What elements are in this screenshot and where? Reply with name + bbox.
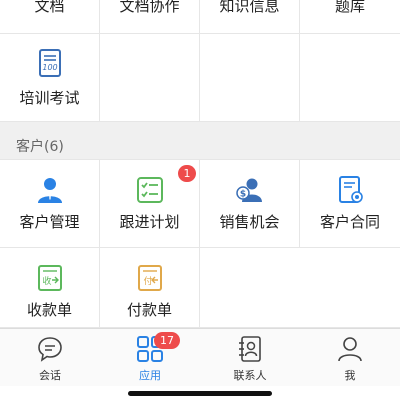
tab-label: 应用 xyxy=(139,369,161,382)
customer-person-icon xyxy=(37,178,62,203)
app-label: 客户合同 xyxy=(319,213,380,231)
app-knowledge-info[interactable]: 知识信息 xyxy=(200,0,300,33)
app-sales-opportunity[interactable]: $ 销售机会 xyxy=(200,160,300,247)
checklist-icon xyxy=(136,177,163,203)
tab-label: 会话 xyxy=(39,369,61,382)
profile-person-icon xyxy=(338,337,362,362)
app-label: 销售机会 xyxy=(219,213,280,231)
empty-cell xyxy=(200,34,300,121)
apps-badge: 17 xyxy=(154,332,180,349)
payment-icon: 付 xyxy=(137,265,162,291)
tab-chat[interactable]: 会话 xyxy=(0,329,100,386)
app-label: 收款单 xyxy=(26,301,72,319)
app-follow-up-plan[interactable]: 1 跟进计划 xyxy=(100,160,200,247)
customer-apps-row-2: 收 收款单 付 付款单 xyxy=(0,248,400,328)
app-label: 题库 xyxy=(334,0,365,15)
svg-text:收: 收 xyxy=(42,275,51,287)
tab-label: 联系人 xyxy=(233,369,267,382)
app-receipt[interactable]: 收 收款单 xyxy=(0,248,100,327)
app-document-collaboration[interactable]: 文档协作 xyxy=(100,0,200,33)
tab-me[interactable]: 我 xyxy=(300,329,400,386)
bottom-tab-bar: 会话 17 应用 联系人 我 xyxy=(0,328,400,386)
follow-up-badge: 1 xyxy=(178,165,196,182)
app-label: 付款单 xyxy=(126,301,172,319)
sales-opportunity-icon: $ xyxy=(235,178,262,202)
svg-text:付: 付 xyxy=(143,276,152,287)
home-indicator[interactable] xyxy=(128,391,272,396)
svg-text:$: $ xyxy=(239,190,245,200)
customer-apps-row-1: 客户管理 1 跟进计划 $ 销售机会 客户合同 xyxy=(0,160,400,248)
app-customer-management[interactable]: 客户管理 xyxy=(0,160,100,247)
empty-cell xyxy=(100,34,200,121)
app-label: 培训考试 xyxy=(19,89,80,107)
exam-paper-icon: 100 xyxy=(38,49,61,77)
app-label: 客户管理 xyxy=(19,213,80,231)
chat-bubble-icon xyxy=(38,337,62,362)
contract-icon xyxy=(339,176,363,203)
app-label: 文档协作 xyxy=(119,0,180,15)
empty-cell xyxy=(200,248,300,327)
tab-contacts[interactable]: 联系人 xyxy=(200,329,300,386)
section-title: 客户(6) xyxy=(16,139,64,155)
app-training-exam[interactable]: 100 培训考试 xyxy=(0,34,100,121)
app-question-bank[interactable]: 题库 xyxy=(300,0,400,33)
app-grid-training-row: 100 培训考试 xyxy=(0,34,400,122)
customer-section-header: 客户(6) xyxy=(0,122,400,160)
contacts-book-icon xyxy=(239,336,261,362)
receipt-icon: 收 xyxy=(37,265,62,291)
tab-label: 我 xyxy=(344,369,356,382)
app-customer-contract[interactable]: 客户合同 xyxy=(300,160,400,247)
tab-apps[interactable]: 17 应用 xyxy=(100,329,200,386)
app-documents[interactable]: 文档 xyxy=(0,0,100,33)
empty-cell xyxy=(300,34,400,121)
app-label: 文档 xyxy=(34,0,65,15)
app-grid-top-row: 文档 文档协作 知识信息 题库 xyxy=(0,0,400,34)
app-payment[interactable]: 付 付款单 xyxy=(100,248,200,327)
svg-text:100: 100 xyxy=(42,63,57,72)
app-label: 知识信息 xyxy=(219,0,280,15)
app-label: 跟进计划 xyxy=(119,213,180,231)
